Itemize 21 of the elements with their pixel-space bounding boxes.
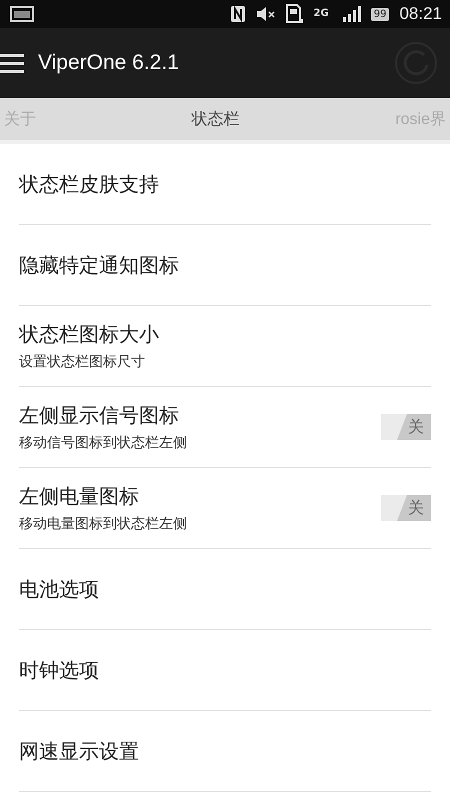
setting-summary: 移动电量图标到状态栏左侧 <box>19 515 188 533</box>
tab[interactable]: 状态栏 <box>188 108 244 130</box>
menu-icon[interactable] <box>0 53 24 73</box>
setting-title[interactable]: 网速显示设置 <box>19 738 431 764</box>
nfc-icon <box>230 5 246 23</box>
setting-title[interactable]: 左侧电量图标 <box>19 483 381 510</box>
network-type-label: 2G <box>314 9 329 19</box>
sim-card-icon <box>286 4 304 24</box>
setting-summary: 设置状态栏图标尺寸 <box>19 353 146 371</box>
setting-title[interactable]: 左侧显示信号图标 <box>19 402 381 429</box>
mute-icon <box>256 6 276 22</box>
clock: 08:21 <box>399 4 442 24</box>
battery-level: 99 <box>370 8 390 20</box>
setting-summary: 移动信号图标到状态栏左侧 <box>19 434 188 452</box>
setting-title[interactable]: 电池选项 <box>19 576 431 602</box>
setting-title[interactable]: 状态栏图标大小 <box>19 321 431 348</box>
setting-title[interactable]: 隐藏特定通知图标 <box>19 252 431 278</box>
gallery-icon <box>10 6 34 22</box>
app-title: ViperOne 6.2.1 <box>38 51 180 75</box>
setting-title[interactable]: 时钟选项 <box>19 656 431 684</box>
setting-title[interactable]: 状态栏皮肤支持 <box>19 170 431 198</box>
